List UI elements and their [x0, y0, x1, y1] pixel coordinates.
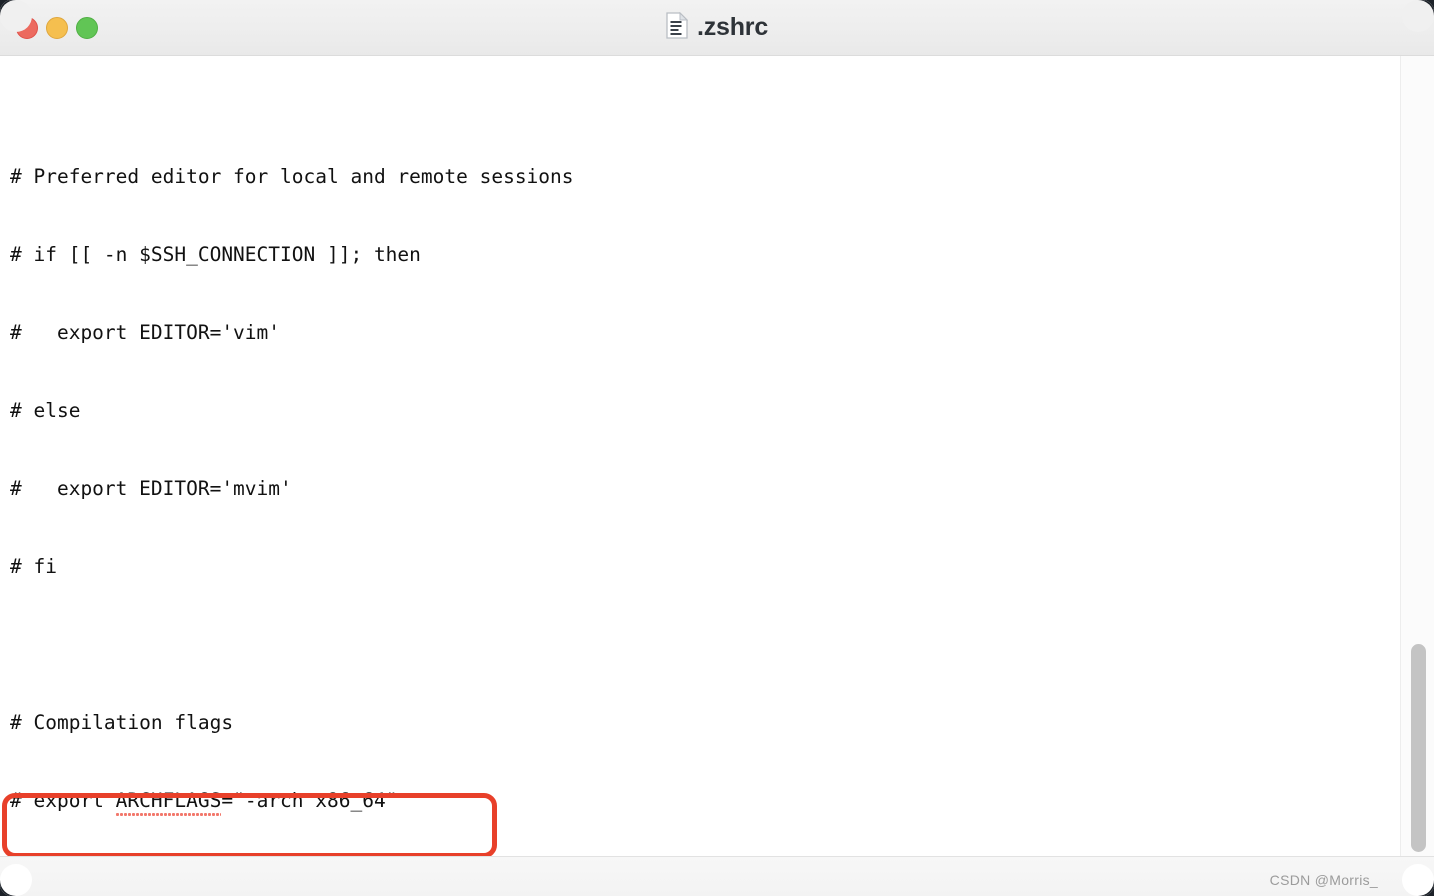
vertical-scrollbar[interactable]: [1400, 56, 1434, 856]
window-title-group: .zshrc: [0, 0, 1434, 55]
close-button-icon[interactable]: [16, 16, 38, 39]
code-line: # Preferred editor for local and remote …: [10, 165, 574, 188]
text-editor-area[interactable]: # Preferred editor for local and remote …: [0, 56, 1434, 856]
traffic-light-group: [16, 16, 98, 39]
code-content[interactable]: # Preferred editor for local and remote …: [10, 86, 1184, 856]
minimize-button-icon[interactable]: [46, 16, 68, 39]
code-line: # export ARCHFLAGS="-arch x86_64": [10, 788, 1184, 816]
code-fragment: # export: [10, 789, 116, 812]
maximize-button-icon[interactable]: [76, 16, 98, 39]
spellcheck-word: ARCHFLAGS: [115, 789, 222, 816]
code-fragment: ="-arch x86_64": [221, 789, 398, 812]
scrollbar-thumb[interactable]: [1411, 644, 1426, 852]
editor-window: .zshrc # Preferred editor for local and …: [0, 0, 1434, 896]
code-line: # if [[ -n $SSH_CONNECTION ]]; then: [10, 243, 421, 266]
code-line: # else: [10, 399, 81, 422]
watermark: CSDN @Morris_: [1269, 872, 1378, 888]
code-line: # Compilation flags: [10, 711, 234, 734]
window-titlebar: .zshrc: [0, 0, 1434, 56]
code-line: # export EDITOR='mvim': [10, 477, 292, 500]
window-footer: [0, 856, 1434, 896]
code-line: # export EDITOR='vim': [10, 321, 281, 344]
document-icon: [666, 11, 689, 44]
window-title: .zshrc: [696, 13, 769, 41]
code-line: # fi: [10, 555, 57, 578]
